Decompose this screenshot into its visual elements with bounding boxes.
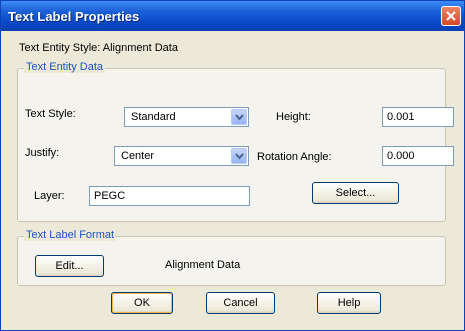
text-entity-data-legend: Text Entity Data (24, 61, 106, 73)
text-style-value: Standard (131, 111, 176, 123)
layer-label: Layer: (34, 190, 65, 202)
justify-select[interactable]: Center (114, 146, 249, 166)
layer-input[interactable]: PEGC (89, 186, 250, 206)
rotation-angle-label: Rotation Angle: (257, 151, 332, 163)
cancel-button[interactable]: Cancel (206, 292, 275, 314)
close-icon (446, 11, 456, 21)
format-name-label: Alignment Data (165, 259, 241, 271)
layer-value: PEGC (94, 190, 126, 202)
close-button[interactable] (441, 6, 461, 26)
text-style-label: Text Style: (25, 108, 76, 120)
ok-button[interactable]: OK (111, 292, 173, 314)
chevron-down-icon (235, 114, 244, 121)
text-style-select[interactable]: Standard (124, 107, 249, 127)
rotation-angle-value: 0.000 (387, 150, 415, 162)
text-label-format-legend: Text Label Format (24, 229, 117, 241)
justify-label: Justify: (25, 147, 60, 159)
edit-button[interactable]: Edit... (35, 255, 104, 277)
select-button[interactable]: Select... (312, 182, 399, 204)
justify-value: Center (121, 150, 155, 162)
text-label-properties-dialog: Text Label Properties Text Entity Style:… (0, 0, 465, 331)
height-input[interactable]: 0.001 (382, 107, 454, 127)
height-value: 0.001 (387, 111, 415, 123)
height-label: Height: (276, 111, 311, 123)
title-bar[interactable]: Text Label Properties (1, 1, 464, 31)
style-info-label: Text Entity Style: Alignment Data (19, 42, 178, 54)
chevron-down-icon (235, 153, 244, 160)
text-style-dropdown-button[interactable] (231, 109, 247, 125)
window-title: Text Label Properties (8, 9, 140, 24)
justify-dropdown-button[interactable] (231, 148, 247, 164)
rotation-angle-input[interactable]: 0.000 (382, 146, 454, 166)
help-button[interactable]: Help (317, 292, 381, 314)
